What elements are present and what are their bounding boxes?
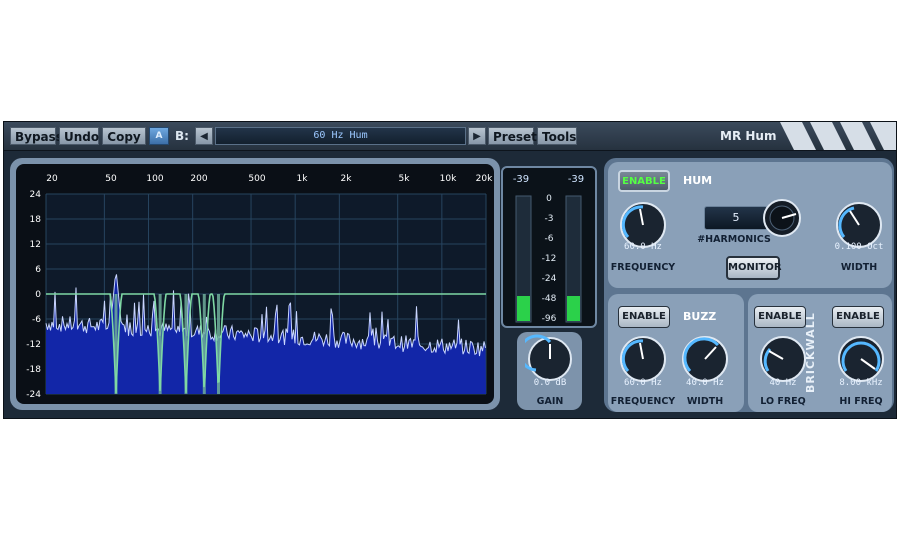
triangle-right-icon: ▶	[473, 131, 481, 142]
lo-freq-label: LO FREQ	[760, 396, 806, 407]
freq-tick: 20	[46, 174, 58, 184]
freq-tick: 5k	[399, 174, 411, 184]
ab-toggle-button[interactable]: A	[149, 127, 169, 145]
waves-logo	[780, 122, 896, 150]
mr-hum-plugin: Bypass Undo Copy A B: ◀ 60 Hz Hum ▶ Pres…	[3, 121, 897, 419]
bypass-button[interactable]: Bypass	[10, 127, 63, 145]
undo-button[interactable]: Undo	[59, 127, 99, 145]
harmonics-display[interactable]: 5	[704, 206, 768, 230]
brickwall-lo-enable-button[interactable]: ENABLE	[754, 306, 806, 328]
freq-tick: 100	[146, 174, 163, 184]
harmonics-label: #HARMONICS	[697, 234, 771, 245]
prev-preset-button[interactable]: ◀	[195, 127, 213, 145]
hi-freq-value: 8.00 kHz	[839, 378, 883, 388]
gain-value: 0.0 dB	[533, 378, 567, 388]
toolbar: Bypass Undo Copy A B: ◀ 60 Hz Hum ▶ Pres…	[4, 122, 896, 151]
next-preset-button[interactable]: ▶	[468, 127, 486, 145]
brickwall-hi-enable-button[interactable]: ENABLE	[832, 306, 884, 328]
output-meter: -39 -39 0 -3 -6 -12 -24 -48 -96	[501, 166, 597, 328]
buzz-width-value: 40.0 Hz	[686, 378, 724, 388]
buzz-width-label: WIDTH	[686, 396, 724, 407]
monitor-button[interactable]: MONITOR	[726, 256, 782, 280]
db-tick: -6	[32, 315, 41, 325]
spectrum-analyzer[interactable]: 20 50 100 200 500 1k 2k 5k 10k 20k 24 18…	[16, 164, 494, 404]
freq-tick: 20k	[476, 174, 493, 184]
peak-right-readout: -39	[568, 174, 584, 185]
triangle-left-icon: ◀	[200, 131, 208, 142]
peak-left-readout: -39	[513, 174, 529, 185]
freq-tick: 500	[248, 174, 265, 184]
buzz-frequency-label: FREQUENCY	[610, 396, 676, 407]
hi-freq-label: HI FREQ	[839, 396, 883, 407]
freq-tick: 1k	[297, 174, 309, 184]
tools-menu-button[interactable]: Tools	[537, 127, 577, 145]
meter-right-level	[567, 296, 580, 321]
buzz-enable-button[interactable]: ENABLE	[618, 306, 670, 328]
meter-scale-label: -24	[542, 274, 557, 284]
db-tick: -12	[26, 340, 41, 350]
b-label: B:	[175, 129, 189, 143]
freq-tick: 50	[105, 174, 117, 184]
meter-scale-label: 0	[546, 194, 552, 204]
meter-scale-label: -48	[542, 294, 557, 304]
spectrum-graph[interactable]: 20 50 100 200 500 1k 2k 5k 10k 20k 24 18…	[16, 164, 494, 404]
freq-tick: 10k	[440, 174, 457, 184]
hum-frequency-label: FREQUENCY	[610, 262, 676, 273]
db-tick: 24	[30, 190, 42, 200]
meter-left-level	[517, 296, 530, 321]
meter-scale-label: -12	[542, 254, 557, 264]
db-axis: 24 18 12 6 0 -6 -12 -18 -24	[26, 190, 41, 400]
freq-tick: 200	[190, 174, 207, 184]
lo-freq-value: 40 Hz	[769, 378, 797, 388]
meter-scale-label: -96	[542, 314, 557, 324]
meter-scale-label: -6	[545, 234, 554, 244]
meter-scale-label: -3	[545, 214, 554, 224]
db-tick: 6	[35, 265, 41, 275]
db-tick: 18	[30, 215, 42, 225]
hum-width-label: WIDTH	[840, 262, 878, 273]
hum-frequency-value: 60.0 Hz	[624, 242, 662, 252]
preset-name-display[interactable]: 60 Hz Hum	[215, 127, 466, 145]
buzz-title: BUZZ	[683, 310, 717, 323]
hum-title: HUM	[683, 174, 713, 187]
buzz-frequency-value: 60.0 Hz	[624, 378, 662, 388]
freq-tick: 2k	[341, 174, 353, 184]
copy-button[interactable]: Copy	[102, 127, 146, 145]
db-tick: 0	[35, 290, 41, 300]
hum-width-value: 0.100 Oct	[834, 242, 884, 252]
hum-enable-button[interactable]: ENABLE	[618, 170, 670, 192]
preset-menu-button[interactable]: Preset	[488, 127, 537, 145]
plugin-title: MR Hum	[720, 129, 777, 143]
db-tick: 12	[30, 240, 41, 250]
frequency-axis: 20 50 100 200 500 1k 2k 5k 10k 20k	[46, 174, 493, 184]
gain-knob[interactable]	[525, 334, 575, 384]
gain-label: GAIN	[536, 396, 564, 407]
db-tick: -18	[26, 365, 41, 375]
db-tick: -24	[26, 390, 41, 400]
